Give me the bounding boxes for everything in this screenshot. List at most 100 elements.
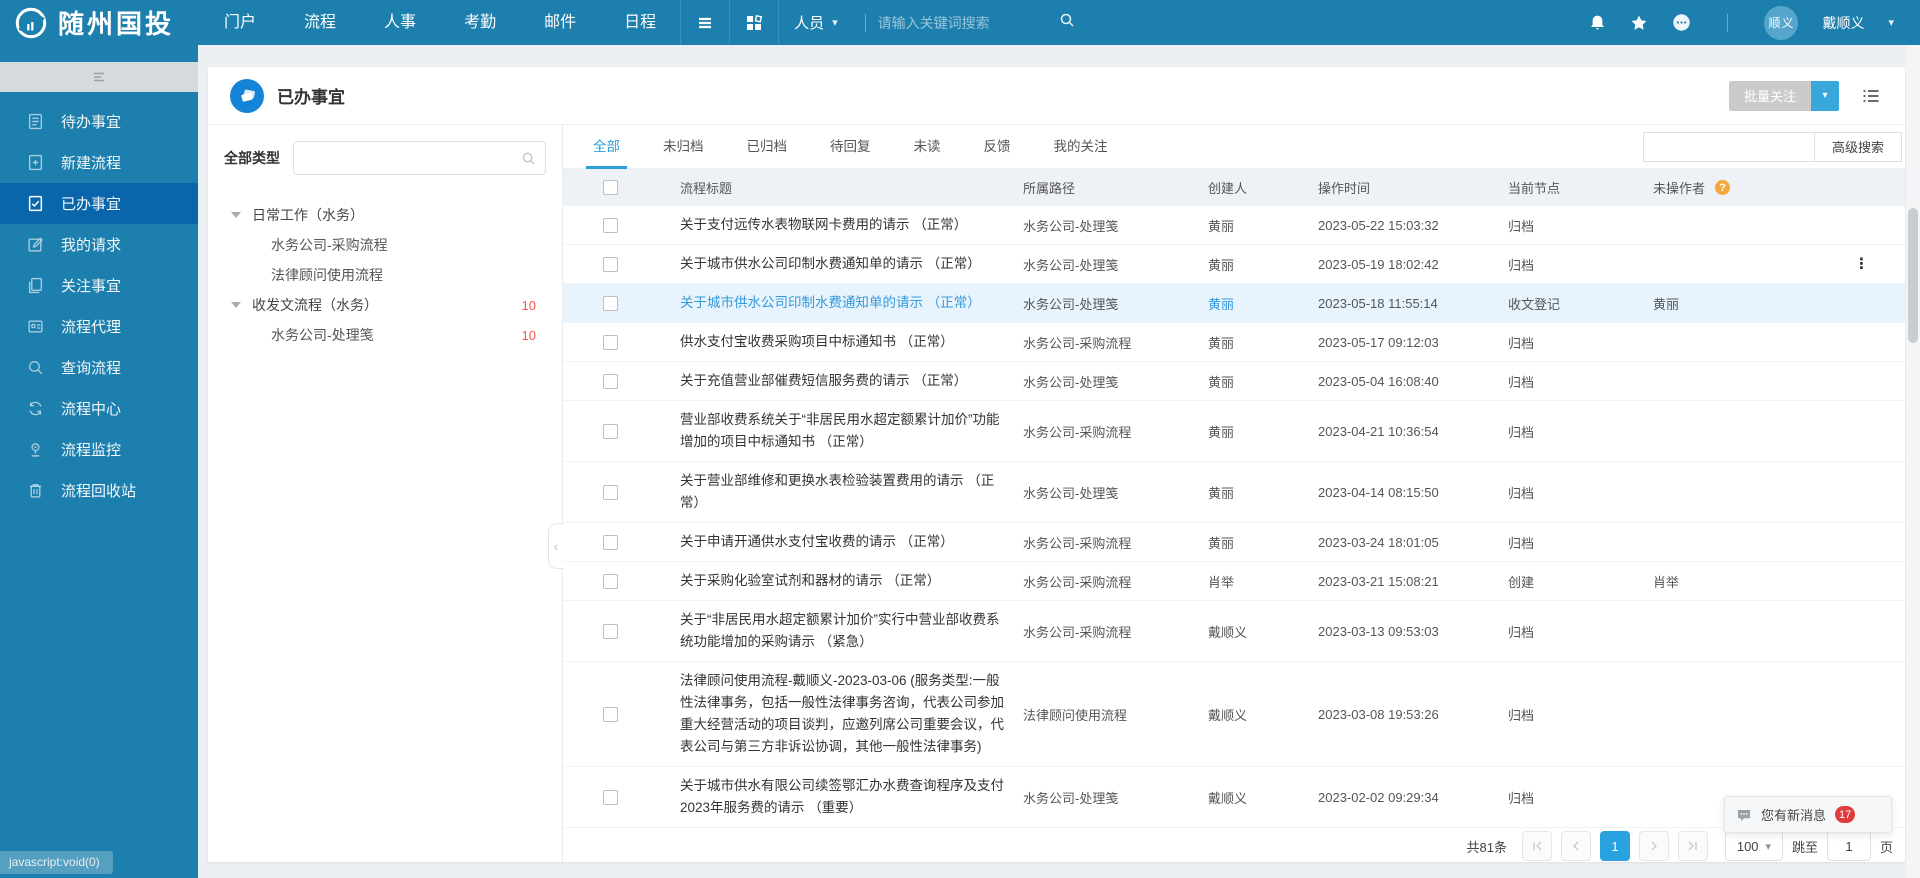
row-title[interactable]: 关于“非居民用水超定额累计加价”实行中营业部收费系统功能增加的采购请示 （紧急） [658,601,1023,661]
row-checkbox[interactable] [603,574,618,589]
user-menu-chevron-icon[interactable]: ▾ [1888,16,1894,29]
tab[interactable]: 反馈 [984,125,1011,169]
list-search-input[interactable] [1652,139,1828,154]
next-page-button[interactable] [1639,831,1669,861]
column-header-path[interactable]: 所属路径 [1023,178,1208,197]
row-checkbox[interactable] [603,374,618,389]
new-message-toast[interactable]: 您有新消息 17 [1724,796,1892,833]
global-search-input[interactable] [878,15,1043,31]
first-page-button[interactable] [1522,831,1552,861]
page-scrollbar-track[interactable] [1906,45,1920,878]
column-header-node[interactable]: 当前节点 [1508,178,1653,197]
row-checkbox[interactable] [603,424,618,439]
column-header-time[interactable]: 操作时间 [1318,178,1508,197]
view-options-icon[interactable] [1861,86,1881,106]
row-title[interactable]: 供水支付宝收费采购项目中标通知书 （正常） [658,323,1023,361]
table-row[interactable]: 关于“非居民用水超定额累计加价”实行中营业部收费系统功能增加的采购请示 （紧急）… [563,601,1905,662]
table-row[interactable]: 法律顾问使用流程-戴顺义-2023-03-06 (服务类型:一般性法律事务，包括… [563,662,1905,767]
row-title[interactable]: 关于申请开通供水支付宝收费的请示 （正常） [658,523,1023,561]
sidebar-collapse-button[interactable] [0,62,198,92]
tab[interactable]: 未读 [914,125,941,169]
row-title[interactable]: 关于城市供水公司印制水费通知单的请示 （正常） [658,284,1023,322]
tree-item[interactable]: 水务公司-采购流程 [224,230,546,260]
select-all-checkbox[interactable] [603,180,618,195]
tree-expand-caret-icon[interactable] [231,302,241,308]
favorites-star-icon[interactable] [1630,14,1648,32]
row-title[interactable]: 关于支付远传水表物联网卡费用的请示 （正常） [658,206,1023,244]
tab[interactable]: 全部 [593,125,620,169]
table-row[interactable]: 关于申请开通供水支付宝收费的请示 （正常） 水务公司-采购流程 黄丽 2023-… [563,523,1905,562]
tree-item[interactable]: 日常工作（水务） [224,200,546,230]
app-logo[interactable]: 随州国投 [0,4,200,41]
column-header-pending[interactable]: 未操作者 [1653,178,1705,197]
hamburger-menu-button[interactable] [680,0,729,45]
page-size-select[interactable]: 100 ▾ [1725,831,1783,861]
tree-expand-caret-icon[interactable] [231,212,241,218]
row-title[interactable]: 营业部收费系统关于“非居民用水超定额累计加价”功能增加的项目中标通知书 （正常） [658,401,1023,461]
table-row[interactable]: 关于营业部维修和更换水表检验装置费用的请示 （正常） 水务公司-处理笺 黄丽 2… [563,462,1905,523]
column-header-creator[interactable]: 创建人 [1208,178,1318,197]
row-checkbox[interactable] [603,485,618,500]
current-page-button[interactable]: 1 [1600,831,1630,861]
row-title[interactable]: 关于采购化验室试剂和器材的请示 （正常） [658,562,1023,600]
app-grid-button[interactable] [729,0,778,45]
help-icon[interactable]: ? [1715,180,1730,195]
sidebar-menu-item[interactable]: 流程回收站 [0,470,198,511]
row-more-actions-icon[interactable]: ⋮ [1854,257,1869,272]
row-title[interactable]: 城市供水有限公司抄表中心车辆维修请示 （重要） [658,828,1023,830]
search-icon[interactable] [1059,12,1075,33]
table-row[interactable]: 关于支付远传水表物联网卡费用的请示 （正常） 水务公司-处理笺 黄丽 2023-… [563,206,1905,245]
row-checkbox[interactable] [603,218,618,233]
table-row[interactable]: 城市供水有限公司抄表中心车辆维修请示 （重要） 水务公司-处理笺 戴顺义 202… [563,828,1905,830]
row-title[interactable]: 关于城市供水有限公司续签鄂汇办水费查询程序及支付2023年服务费的请示 （重要） [658,767,1023,827]
topbar-nav-item[interactable]: 考勤 [440,0,520,45]
sidebar-menu-item[interactable]: 关注事宜 [0,265,198,306]
topbar-nav-item[interactable]: 日程 [600,0,680,45]
row-checkbox[interactable] [603,790,618,805]
page-scrollbar-thumb[interactable] [1908,208,1918,343]
sidebar-menu-item[interactable]: 已办事宜 [0,183,198,224]
tab[interactable]: 未归档 [663,125,704,169]
tree-item[interactable]: 收发文流程（水务） 10 [224,290,546,320]
batch-follow-button[interactable]: 批量关注 [1729,81,1811,111]
row-checkbox[interactable] [603,257,618,272]
table-row[interactable]: 关于城市供水有限公司续签鄂汇办水费查询程序及支付2023年服务费的请示 （重要）… [563,767,1905,828]
topbar-nav-item[interactable]: 人事 [360,0,440,45]
row-title[interactable]: 法律顾问使用流程-戴顺义-2023-03-06 (服务类型:一般性法律事务，包括… [658,662,1023,766]
row-checkbox[interactable] [603,335,618,350]
sidebar-menu-item[interactable]: 新建流程 [0,142,198,183]
topbar-nav-item[interactable]: 门户 [200,0,280,45]
notifications-bell-icon[interactable] [1589,14,1606,32]
previous-page-button[interactable] [1561,831,1591,861]
messages-icon[interactable] [1672,13,1691,32]
table-row[interactable]: 关于采购化验室试剂和器材的请示 （正常） 水务公司-采购流程 肖举 2023-0… [563,562,1905,601]
row-checkbox[interactable] [603,624,618,639]
toast-text[interactable]: 您有新消息 [1761,805,1826,824]
module-selector[interactable]: 人员 ▾ [778,0,853,45]
type-search-input[interactable] [303,151,521,166]
row-title[interactable]: 关于营业部维修和更换水表检验装置费用的请示 （正常） [658,462,1023,522]
jump-to-page-input[interactable] [1827,831,1871,861]
table-row[interactable]: 关于充值营业部催费短信服务费的请示 （正常） 水务公司-处理笺 黄丽 2023-… [563,362,1905,401]
batch-follow-dropdown-button[interactable]: ▾ [1811,81,1839,111]
tree-item[interactable]: 法律顾问使用流程 [224,260,546,290]
user-name[interactable]: 戴顺义 [1822,13,1864,33]
row-checkbox[interactable] [603,535,618,550]
sidebar-menu-item[interactable]: 查询流程 [0,347,198,388]
tab[interactable]: 我的关注 [1054,125,1108,169]
collapse-panel-handle[interactable]: ‹ [548,523,563,569]
tree-item[interactable]: 水务公司-处理笺 10 [224,320,546,350]
last-page-button[interactable] [1678,831,1708,861]
tab[interactable]: 待回复 [830,125,871,169]
sidebar-menu-item[interactable]: 流程监控 [0,429,198,470]
sidebar-menu-item[interactable]: 我的请求 [0,224,198,265]
table-row[interactable]: 关于城市供水公司印制水费通知单的请示 （正常） 水务公司-处理笺 黄丽 2023… [563,284,1905,323]
row-title[interactable]: 关于城市供水公司印制水费通知单的请示 （正常） [658,245,1023,283]
row-checkbox[interactable] [603,707,618,722]
topbar-nav-item[interactable]: 邮件 [520,0,600,45]
advanced-search-button[interactable]: 高级搜索 [1814,132,1902,162]
sidebar-menu-item[interactable]: 待办事宜 [0,101,198,142]
table-row[interactable]: 供水支付宝收费采购项目中标通知书 （正常） 水务公司-采购流程 黄丽 2023-… [563,323,1905,362]
table-row[interactable]: 营业部收费系统关于“非居民用水超定额累计加价”功能增加的项目中标通知书 （正常）… [563,401,1905,462]
table-row[interactable]: 关于城市供水公司印制水费通知单的请示 （正常） 水务公司-处理笺 黄丽 2023… [563,245,1905,284]
